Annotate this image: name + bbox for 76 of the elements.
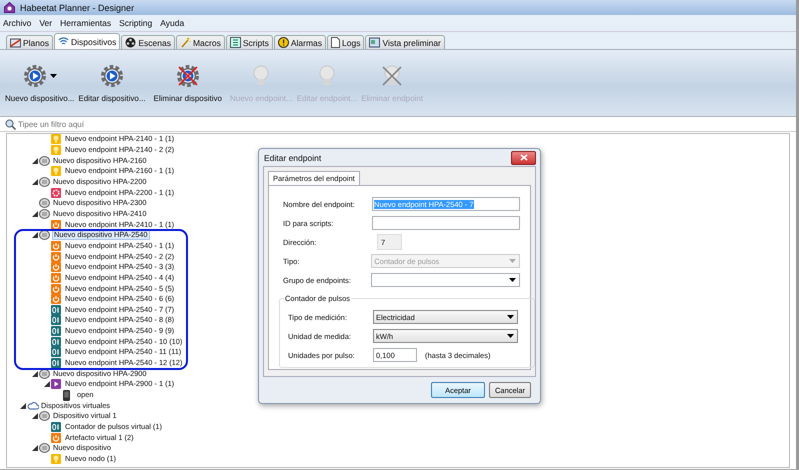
- gear-icon: [98, 63, 125, 89]
- bulb-icon: [51, 166, 61, 176]
- preview-icon: [369, 37, 380, 48]
- counter-icon: [51, 315, 61, 326]
- plan-icon: [10, 37, 21, 48]
- caret-icon: [507, 315, 514, 319]
- alarm-icon: [278, 37, 289, 48]
- caret-icon: [507, 334, 514, 338]
- caret-icon: [509, 259, 516, 263]
- page-icon: [331, 37, 340, 48]
- counter-icon: [51, 336, 61, 347]
- device-icon: [39, 156, 50, 166]
- close-button[interactable]: [511, 150, 536, 164]
- device-icon: [39, 411, 50, 422]
- wifi-icon: [58, 36, 69, 47]
- caret-icon: [509, 278, 516, 282]
- tab[interactable]: Vista preliminar: [365, 35, 445, 49]
- toolbar-button[interactable]: Nuevo dispositivo...: [4, 59, 76, 107]
- expanded-arrow-icon[interactable]: [32, 232, 38, 238]
- power-icon: [51, 252, 61, 262]
- toolbar-button[interactable]: Editar dispositivo...: [77, 59, 147, 107]
- tab[interactable]: Macros: [176, 35, 225, 49]
- tab[interactable]: Alarmas: [274, 35, 326, 49]
- reel-icon: [125, 37, 136, 48]
- script-icon: [230, 37, 241, 48]
- bulb-icon: [51, 144, 61, 155]
- expanded-arrow-icon[interactable]: [32, 210, 38, 217]
- menu-item[interactable]: Ver: [39, 18, 52, 28]
- expanded-arrow-icon[interactable]: [32, 413, 38, 420]
- power-icon: [51, 262, 61, 272]
- crossed-gear-icon: [174, 63, 201, 89]
- bulb-icon: [51, 134, 61, 144]
- tab[interactable]: Logs: [327, 35, 364, 49]
- power-icon: [51, 220, 61, 230]
- power-icon: [51, 432, 61, 443]
- bulb-icon: [51, 454, 61, 464]
- window-title: Habeetat Planner - Designer: [20, 2, 134, 12]
- power-icon: [51, 294, 61, 304]
- expanded-arrow-icon[interactable]: [32, 370, 38, 377]
- menu-item[interactable]: Herramientas: [60, 18, 112, 28]
- expanded-arrow-icon[interactable]: [20, 402, 26, 409]
- power-icon: [51, 272, 61, 283]
- phone-icon: [63, 390, 70, 401]
- counter-icon: [51, 347, 61, 358]
- menu-item[interactable]: Archivo: [3, 18, 32, 28]
- toolbar-button[interactable]: Eliminar dispositivo: [152, 59, 223, 107]
- menu-item[interactable]: Scripting: [119, 18, 152, 28]
- dialog-title: Editar endpoint: [264, 152, 322, 162]
- gear-icon: [22, 63, 48, 89]
- expanded-arrow-icon[interactable]: [32, 158, 38, 164]
- expanded-arrow-icon[interactable]: [32, 178, 38, 185]
- tab[interactable]: Scripts: [226, 35, 273, 49]
- cloud-icon: [27, 401, 39, 410]
- device-icon: [39, 176, 50, 187]
- play-icon: [51, 379, 61, 390]
- tab[interactable]: Dispositivos: [54, 33, 120, 49]
- device-icon: [39, 443, 50, 454]
- power-icon: [51, 240, 61, 251]
- expanded-arrow-icon[interactable]: [32, 445, 38, 452]
- counter-icon: [51, 326, 61, 336]
- counter-icon: [51, 304, 61, 315]
- menu-item[interactable]: Ayuda: [160, 18, 184, 28]
- counter-icon: [51, 422, 61, 432]
- counter-icon: [51, 358, 61, 368]
- device-icon: [39, 198, 50, 208]
- text-field[interactable]: [372, 216, 520, 230]
- power-icon: [51, 284, 61, 294]
- close-icon: [520, 154, 528, 161]
- tab[interactable]: Planos: [6, 35, 53, 49]
- gear-icon: [51, 188, 61, 198]
- wand-icon: [180, 37, 191, 48]
- tab[interactable]: Escenas: [121, 35, 175, 49]
- search-icon: [5, 118, 16, 130]
- house-icon: [4, 2, 15, 13]
- expanded-arrow-icon[interactable]: [44, 381, 50, 388]
- device-icon: [39, 208, 50, 219]
